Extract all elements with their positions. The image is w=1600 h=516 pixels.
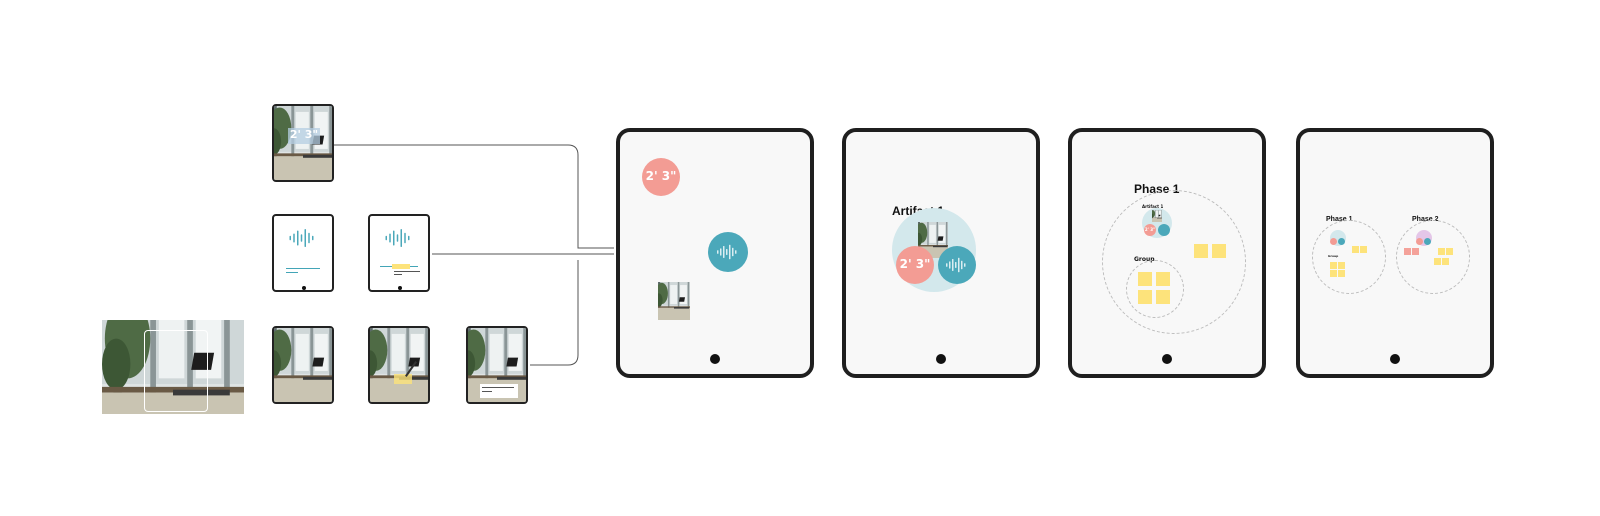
sticky-note[interactable]: [1156, 290, 1170, 304]
sticky-note[interactable]: [1330, 270, 1337, 277]
sticky-note[interactable]: [1434, 258, 1441, 265]
time-bubble: 2' 3": [1144, 224, 1156, 236]
sticky-note[interactable]: [1360, 246, 1367, 253]
card-audio[interactable]: [272, 214, 334, 292]
soundwave-icon: [946, 257, 966, 273]
sticky-note[interactable]: [1194, 244, 1208, 258]
tablet-screen-1: 2' 3": [616, 128, 814, 378]
tablet-screen-2: Artifact 1 2' 3": [842, 128, 1040, 378]
sticky-note[interactable]: [1330, 262, 1337, 269]
comment-line: [482, 391, 492, 392]
phase2-boundary: [1396, 220, 1470, 294]
phase1-boundary: [1312, 220, 1386, 294]
comment-line: [394, 274, 402, 275]
soundwave-icon: [717, 244, 737, 260]
sticky-note[interactable]: [1156, 272, 1170, 286]
source-photo: [102, 320, 244, 414]
group-boundary: [1126, 260, 1184, 318]
audio-bubble: [1424, 238, 1431, 245]
home-dot: [302, 286, 306, 290]
caption-line: [286, 268, 320, 269]
caption-line: [286, 272, 298, 273]
tablet-screen-4: Phase 1 Group Phase 2: [1296, 128, 1494, 378]
tablet-outline-overlay: [144, 330, 208, 412]
card-photo-time[interactable]: 2' 3": [272, 104, 334, 182]
sticky-note[interactable]: [1446, 248, 1453, 255]
photo-thumbnail: [1152, 210, 1162, 222]
sticky-note[interactable]: [1404, 248, 1411, 255]
audio-bubble: [1158, 224, 1170, 236]
home-button[interactable]: [936, 354, 946, 364]
soundwave-icon: [385, 229, 410, 247]
time-bubble: [1416, 238, 1423, 245]
tablet-screen-3: Phase 1 Artifact 1 2' 3" Group: [1068, 128, 1266, 378]
home-button[interactable]: [710, 354, 720, 364]
home-button[interactable]: [1390, 354, 1400, 364]
photo-thumbnail[interactable]: [658, 282, 690, 320]
card-photo-highlight[interactable]: [368, 326, 430, 404]
card-photo-comment[interactable]: [466, 326, 528, 404]
highlight-mark: [392, 264, 410, 269]
sticky-note[interactable]: [1138, 272, 1152, 286]
comment-line: [482, 387, 514, 388]
time-bubble: 2' 3": [642, 158, 680, 196]
highlight-mark: [394, 374, 412, 384]
group-label: Group: [1328, 254, 1339, 258]
caption-line: [380, 266, 392, 267]
sticky-note[interactable]: [1442, 258, 1449, 265]
time-bubble: [1330, 238, 1337, 245]
sticky-note[interactable]: [1138, 290, 1152, 304]
sticky-note[interactable]: [1412, 248, 1419, 255]
audio-bubble[interactable]: [708, 232, 748, 272]
card-audio-highlight[interactable]: [368, 214, 430, 292]
phase-boundary: [1102, 190, 1246, 334]
sticky-note[interactable]: [1352, 246, 1359, 253]
sticky-note[interactable]: [1338, 270, 1345, 277]
sticky-note[interactable]: [1212, 244, 1226, 258]
audio-bubble[interactable]: [938, 246, 976, 284]
soundwave-icon: [289, 229, 314, 247]
sticky-note[interactable]: [1438, 248, 1445, 255]
caption-line: [410, 266, 418, 267]
time-bubble: 2' 3": [896, 246, 934, 284]
sticky-note[interactable]: [1338, 262, 1345, 269]
home-button[interactable]: [1162, 354, 1172, 364]
home-dot: [398, 286, 402, 290]
audio-bubble: [1338, 238, 1345, 245]
card-photo-plain[interactable]: [272, 326, 334, 404]
time-badge-text: 2' 3": [289, 128, 319, 141]
comment-line: [394, 271, 420, 272]
